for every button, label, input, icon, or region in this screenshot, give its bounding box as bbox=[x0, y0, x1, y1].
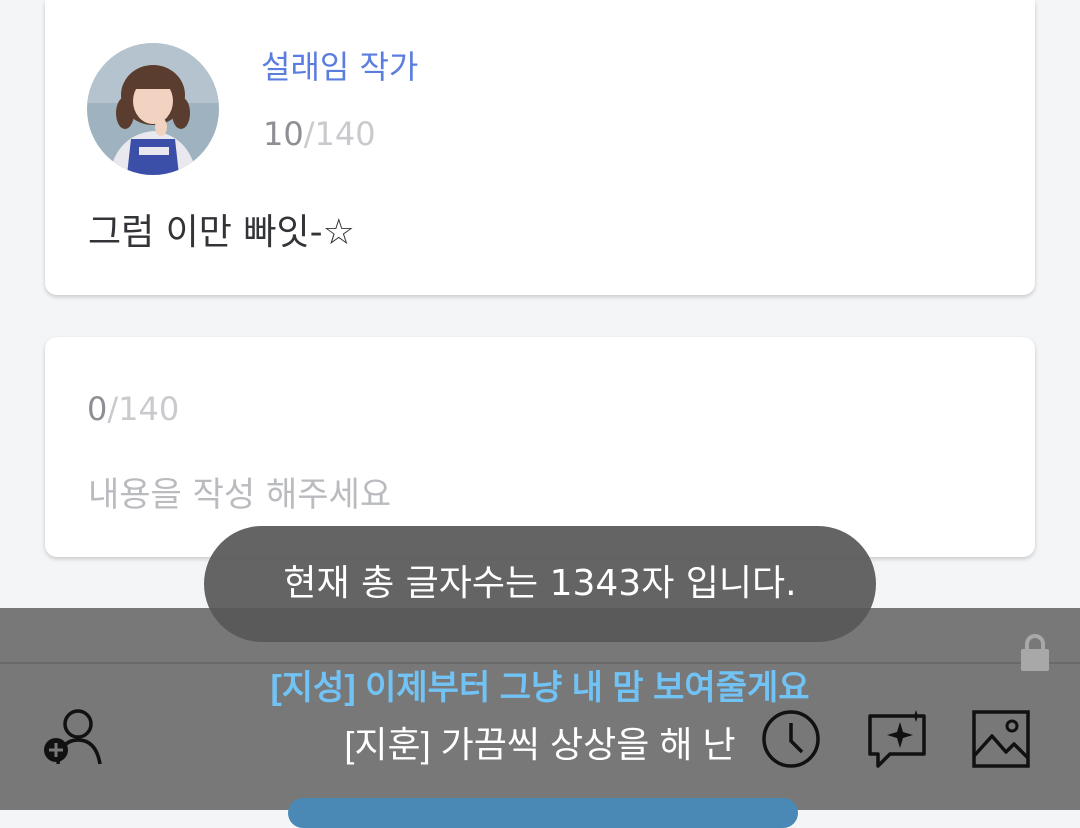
compose-char-count: 0 bbox=[87, 390, 108, 428]
author-name[interactable]: 설래임 작가 bbox=[261, 42, 418, 88]
post-char-count: 10 bbox=[263, 115, 304, 153]
compose-input[interactable]: 내용을 작성 해주세요 bbox=[88, 467, 391, 516]
post-char-counter: 10/140 bbox=[263, 115, 376, 153]
compose-char-counter: 0/140 bbox=[87, 390, 179, 428]
char-count-toast: 현재 총 글자수는 1343자 입니다. bbox=[204, 526, 876, 642]
lyric-line-1: [지성] 이제부터 그냥 내 맘 보여줄게요 bbox=[270, 669, 810, 707]
post-text: 그럼 이만 빠잇-☆ bbox=[88, 212, 355, 253]
compose-card[interactable]: 0/140 내용을 작성 해주세요 bbox=[45, 337, 1035, 557]
post-card: 설래임 작가 10/140 그럼 이만 빠잇-☆ bbox=[45, 0, 1035, 295]
bottom-action-button[interactable] bbox=[288, 798, 798, 828]
author-avatar[interactable] bbox=[87, 43, 219, 175]
post-char-max: /140 bbox=[303, 115, 376, 153]
compose-char-max: /140 bbox=[107, 390, 180, 428]
lyric-line-2: [지훈] 가끔씩 상상을 해 난 bbox=[344, 724, 736, 765]
